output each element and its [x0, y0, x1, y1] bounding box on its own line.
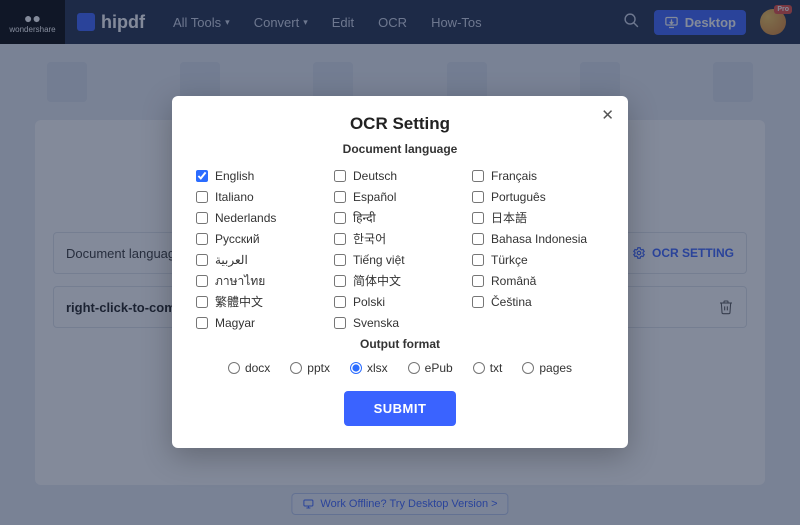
language-option[interactable]: Deutsch: [334, 170, 466, 182]
format-option[interactable]: docx: [228, 361, 270, 375]
output-format-title: Output format: [196, 337, 604, 351]
language-grid: English Deutsch Français Italiano Español Por…: [196, 170, 604, 329]
language-label: ภาษาไทย: [215, 275, 265, 287]
submit-button-label: SUBMIT: [374, 401, 427, 416]
language-option[interactable]: Magyar: [196, 317, 328, 329]
language-option[interactable]: Bahasa Indonesia: [472, 233, 604, 245]
language-option[interactable]: العربية: [196, 254, 328, 266]
language-label: Română: [491, 275, 536, 287]
language-checkbox[interactable]: [334, 317, 346, 329]
language-label: 繁體中文: [215, 296, 263, 308]
format-radio[interactable]: [408, 362, 420, 374]
language-checkbox[interactable]: [472, 296, 484, 308]
language-checkbox[interactable]: [472, 275, 484, 287]
language-label: Italiano: [215, 191, 254, 203]
format-label: ePub: [425, 361, 453, 375]
close-icon[interactable]: ✕: [601, 106, 614, 124]
language-checkbox[interactable]: [334, 296, 346, 308]
language-label: Türkçe: [491, 254, 528, 266]
language-checkbox[interactable]: [472, 254, 484, 266]
format-option[interactable]: ePub: [408, 361, 453, 375]
language-checkbox[interactable]: [334, 170, 346, 182]
language-label: 한국어: [353, 233, 386, 245]
format-radio[interactable]: [350, 362, 362, 374]
language-checkbox[interactable]: [334, 254, 346, 266]
language-option[interactable]: Nederlands: [196, 212, 328, 224]
language-label: العربية: [215, 254, 248, 266]
format-radio[interactable]: [473, 362, 485, 374]
language-checkbox[interactable]: [196, 296, 208, 308]
language-label: Bahasa Indonesia: [491, 233, 587, 245]
language-label: Polski: [353, 296, 385, 308]
format-option[interactable]: txt: [473, 361, 503, 375]
language-checkbox[interactable]: [334, 191, 346, 203]
format-radio[interactable]: [228, 362, 240, 374]
format-option[interactable]: pages: [522, 361, 572, 375]
language-label: हिन्दी: [353, 212, 376, 224]
format-label: docx: [245, 361, 270, 375]
format-radio[interactable]: [290, 362, 302, 374]
language-checkbox[interactable]: [196, 233, 208, 245]
language-checkbox[interactable]: [334, 212, 346, 224]
format-label: txt: [490, 361, 503, 375]
format-option[interactable]: pptx: [290, 361, 330, 375]
language-option[interactable]: 한국어: [334, 233, 466, 245]
format-option[interactable]: xlsx: [350, 361, 388, 375]
language-checkbox[interactable]: [196, 275, 208, 287]
format-radio[interactable]: [522, 362, 534, 374]
language-checkbox[interactable]: [196, 212, 208, 224]
language-checkbox[interactable]: [196, 191, 208, 203]
language-option[interactable]: हिन्दी: [334, 212, 466, 224]
format-options: docx pptx xlsx ePub txt pages: [196, 361, 604, 375]
language-option[interactable]: Português: [472, 191, 604, 203]
language-option[interactable]: Română: [472, 275, 604, 287]
language-checkbox[interactable]: [334, 275, 346, 287]
language-label: Français: [491, 170, 537, 182]
language-label: Nederlands: [215, 212, 276, 224]
language-label: 简体中文: [353, 275, 401, 287]
language-option[interactable]: Türkçe: [472, 254, 604, 266]
language-checkbox[interactable]: [472, 170, 484, 182]
language-checkbox[interactable]: [472, 212, 484, 224]
language-label: English: [215, 170, 254, 182]
language-label: Čeština: [491, 296, 532, 308]
language-option[interactable]: 日本語: [472, 212, 604, 224]
language-option[interactable]: 繁體中文: [196, 296, 328, 308]
modal-subtitle: Document language: [196, 142, 604, 156]
format-label: pptx: [307, 361, 330, 375]
language-label: Tiếng việt: [353, 254, 405, 266]
language-label: Русский: [215, 233, 260, 245]
language-label: Magyar: [215, 317, 255, 329]
language-checkbox[interactable]: [196, 317, 208, 329]
language-option[interactable]: Español: [334, 191, 466, 203]
language-label: Português: [491, 191, 546, 203]
language-option[interactable]: English: [196, 170, 328, 182]
language-option[interactable]: ภาษาไทย: [196, 275, 328, 287]
language-option[interactable]: Čeština: [472, 296, 604, 308]
language-label: Deutsch: [353, 170, 397, 182]
language-label: Svenska: [353, 317, 399, 329]
language-checkbox[interactable]: [334, 233, 346, 245]
language-checkbox[interactable]: [472, 191, 484, 203]
language-checkbox[interactable]: [196, 170, 208, 182]
modal-title: OCR Setting: [196, 114, 604, 134]
language-checkbox[interactable]: [472, 233, 484, 245]
language-label: Español: [353, 191, 396, 203]
language-option[interactable]: 简体中文: [334, 275, 466, 287]
language-option[interactable]: Русский: [196, 233, 328, 245]
format-label: xlsx: [367, 361, 388, 375]
language-option[interactable]: Svenska: [334, 317, 466, 329]
language-checkbox[interactable]: [196, 254, 208, 266]
language-label: 日本語: [491, 212, 527, 224]
language-option[interactable]: Français: [472, 170, 604, 182]
ocr-setting-modal: ✕ OCR Setting Document language English D…: [172, 96, 628, 448]
format-label: pages: [539, 361, 572, 375]
language-option[interactable]: Tiếng việt: [334, 254, 466, 266]
language-option[interactable]: Polski: [334, 296, 466, 308]
language-option[interactable]: Italiano: [196, 191, 328, 203]
submit-button[interactable]: SUBMIT: [344, 391, 457, 426]
